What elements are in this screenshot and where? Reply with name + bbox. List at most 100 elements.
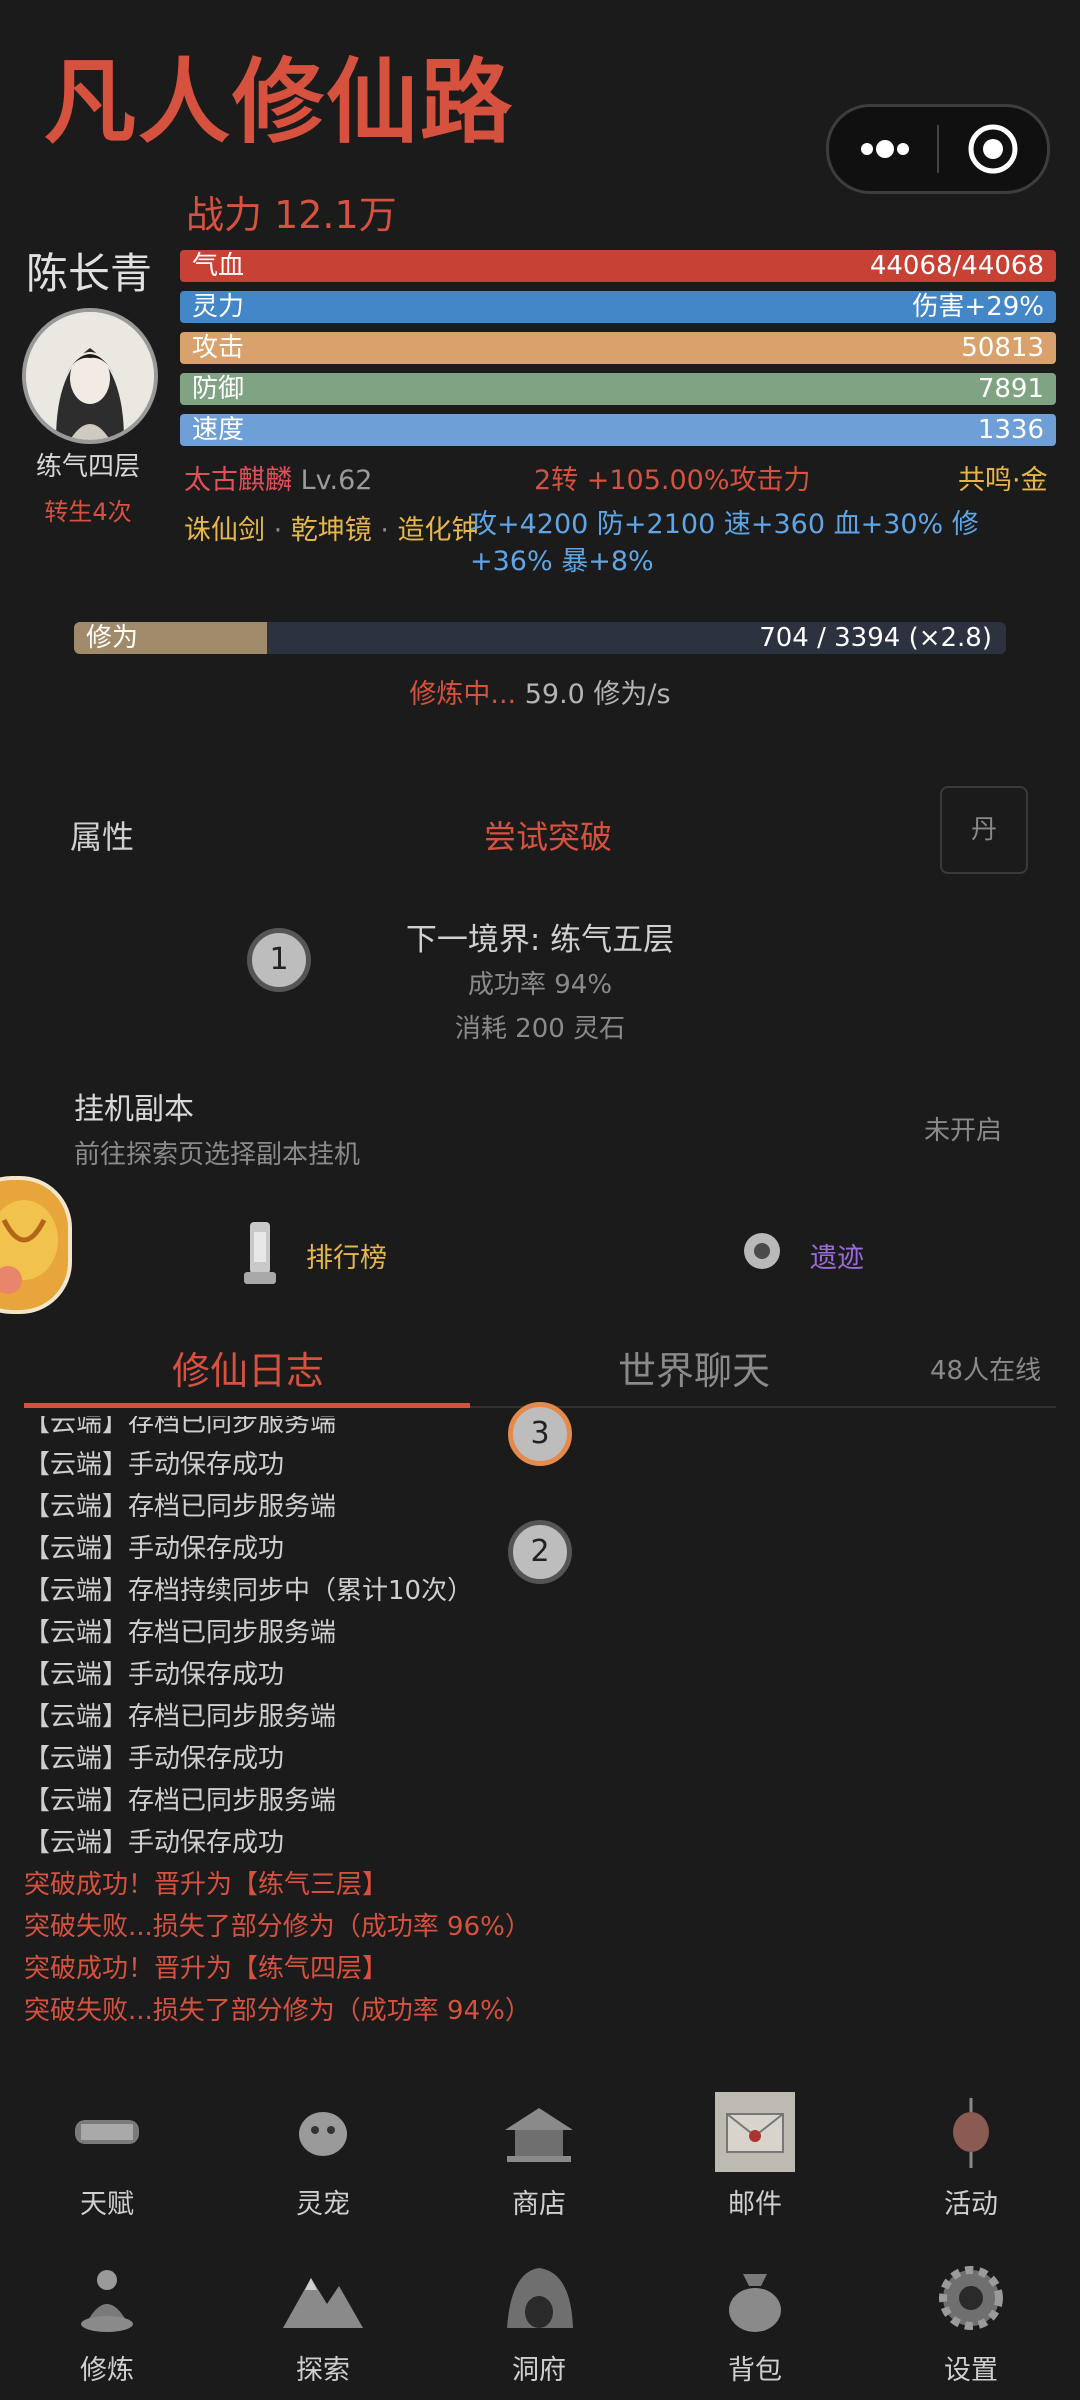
more-icon[interactable] [855,131,915,167]
idle-dungeon-status: 未开启 [924,1116,1003,1146]
stat-value: 7891 [977,374,1044,404]
pet-info: 太古麒麟 Lv.62 [184,458,372,497]
app-title: 凡人修仙路 [44,48,515,156]
nav-shop[interactable]: 商店 [464,2090,614,2221]
stat-bar-attack: 攻击 50813 [180,332,1056,364]
nav-label: 天赋 [80,2189,134,2220]
stat-label: 灵力 [192,292,245,322]
floating-pet-icon[interactable] [0,1176,72,1314]
log-entry: 【云端】存档已同步服务端 [24,1618,337,1648]
mail-icon [713,2090,797,2174]
idle-dungeon-hint: 前往探索页选择副本挂机 [74,1140,361,1170]
attributes-button[interactable]: 属性 [70,812,134,858]
log-entry: 【云端】存档已同步服务端 [24,1702,337,1732]
avatar[interactable] [22,308,158,444]
player-name: 陈长青 [26,249,153,298]
active-tab-indicator [24,1403,470,1408]
nav-cave[interactable]: 洞府 [464,2256,614,2387]
mountain-icon [281,2256,365,2340]
nav-bag[interactable]: 背包 [680,2256,830,2387]
stat-label: 攻击 [192,333,245,363]
nav-label: 洞府 [512,2355,566,2386]
success-rate: 成功率 94% [467,970,613,1000]
equipment-item[interactable]: 乾坤镜 [291,515,372,546]
stat-label: 气血 [192,251,245,281]
nav-label: 探索 [296,2355,350,2386]
next-realm: 下一境界: 练气五层 [405,922,675,958]
nav-label: 灵宠 [296,2189,350,2220]
nav-explore[interactable]: 探索 [248,2256,398,2387]
pill-button[interactable]: 丹 [940,786,1028,874]
equipment-list: 诛仙剑 · 乾坤镜 · 造化钟 [184,515,479,546]
nav-events[interactable]: 活动 [896,2090,1046,2221]
pet-level: Lv.62 [300,465,373,496]
meditate-icon [65,2256,149,2340]
cultivation-label: 修为 [86,623,139,653]
nav-label: 设置 [944,2355,998,2386]
cultivation-state: 修炼中... [409,679,517,710]
log-entry: 突破失败...损失了部分修为（成功率 96%） [24,1912,531,1942]
pet-rebirth: 2转 +105.00%攻击力 [534,465,811,496]
stat-label: 速度 [192,415,245,445]
marker-badge[interactable]: 2 [508,1520,572,1584]
cultivation-rate: 59.0 修为/s [524,679,671,710]
stat-bar-hp: 气血 44068/44068 [180,250,1056,282]
breakthrough-button[interactable]: 尝试突破 [484,812,612,858]
nav-label: 商店 [512,2189,566,2220]
nav-talent[interactable]: 天赋 [32,2090,182,2221]
gear-icon [929,2256,1013,2340]
pavilion-icon [497,2090,581,2174]
nav-settings[interactable]: 设置 [896,2256,1046,2387]
breakthrough-cost: 消耗 200 灵石 [454,1014,626,1044]
stat-value: 44068/44068 [869,251,1044,281]
nav-label: 活动 [944,2189,998,2220]
stat-bar-speed: 速度 1336 [180,414,1056,446]
nav-mail[interactable]: 邮件 [680,2090,830,2221]
nav-label: 背包 [728,2355,782,2386]
equipment-bonus: 攻+4200 防+2100 速+360 血+30% 修+36% 暴+8% [470,509,979,577]
ruins-icon[interactable] [740,1229,784,1273]
stat-value: 1336 [977,415,1044,445]
log-entry: 【云端】手动保存成功 [24,1828,285,1858]
nav-label: 邮件 [728,2189,782,2220]
log-entry: 突破失败...损失了部分修为（成功率 94%） [24,1996,531,2026]
nav-cultivate[interactable]: 修炼 [32,2256,182,2387]
equipment-item[interactable]: 诛仙剑 [184,515,265,546]
log-list: 【云端】存档已同步服务端 【云端】手动保存成功 【云端】存档已同步服务端 【云端】手动… [24,1416,1024,2040]
close-target-icon[interactable] [965,121,1021,177]
cultivation-value: 704 / 3394 (×2.8) [759,623,992,653]
ranking-icon[interactable] [240,1216,280,1288]
nav-label: 修炼 [80,2355,134,2386]
online-count: 48人在线 [930,1356,1042,1386]
ranking-link[interactable]: 排行榜 [306,1236,387,1275]
log-entry: 【云端】手动保存成功 [24,1660,285,1690]
reborn-count: 转生4次 [44,498,132,526]
marker-badge[interactable]: 3 [508,1402,572,1466]
nav-pet[interactable]: 灵宠 [248,2090,398,2221]
combat-power: 战力 12.1万 [186,193,397,237]
ruins-link[interactable]: 遗迹 [810,1236,864,1275]
realm-label: 练气四层 [35,452,140,482]
stat-value: 伤害+29% [912,292,1044,322]
mini-program-capsule [826,104,1050,194]
stat-bar-mana: 灵力 伤害+29% [180,291,1056,323]
idle-dungeon-title: 挂机副本 [74,1092,194,1127]
stat-label: 防御 [192,374,245,404]
tab-cultivation-log[interactable]: 修仙日志 [172,1340,324,1395]
log-entry: 突破成功！晋升为【练气四层】 [24,1954,389,1984]
stat-bar-defense: 防御 7891 [180,373,1056,405]
equipment-item[interactable]: 造化钟 [398,515,479,546]
log-entry: 【云端】存档已同步服务端 [24,1786,337,1816]
pet-resonance: 共鸣·金 [958,465,1048,496]
cave-icon [497,2256,581,2340]
tab-world-chat[interactable]: 世界聊天 [618,1340,770,1395]
cultivation-status: 修炼中... 59.0 修为/s [0,672,1080,711]
log-entry: 【云端】存档已同步服务端 [24,1492,337,1522]
log-entry: 突破成功！晋升为【练气三层】 [24,1870,389,1900]
bag-icon [713,2256,797,2340]
log-entry: 【云端】手动保存成功 [24,1744,285,1774]
lantern-icon [929,2090,1013,2174]
scroll-icon [65,2090,149,2174]
pet-name: 太古麒麟 [184,465,292,496]
pet-icon [281,2090,365,2174]
